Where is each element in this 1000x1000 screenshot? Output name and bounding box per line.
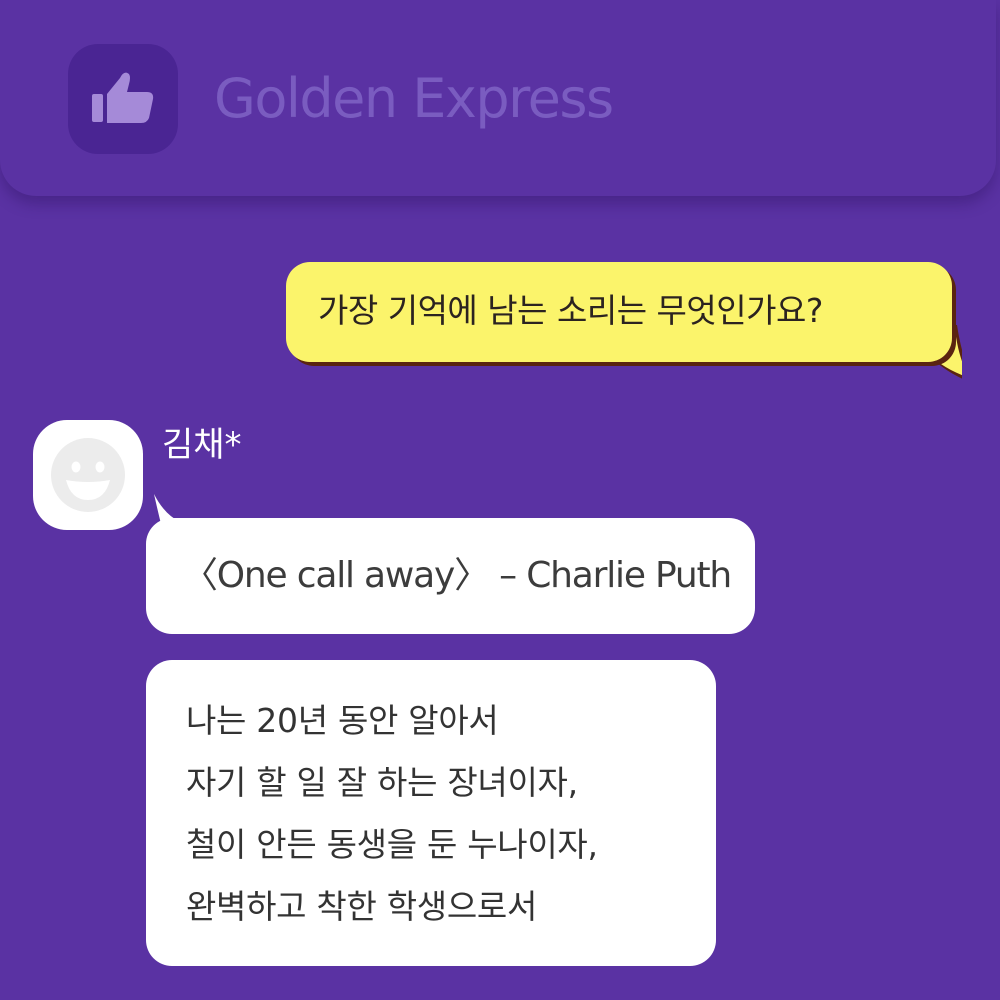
answer-line: 나는 20년 동안 알아서 — [186, 701, 499, 740]
app-title: Golden Express — [214, 67, 614, 130]
app-logo — [68, 44, 178, 154]
avatar[interactable] — [33, 420, 143, 530]
answer-bubble: 〈One call away〉 – Charlie Puth — [146, 518, 755, 634]
smiley-face-icon — [51, 438, 125, 512]
question-text: 가장 기억에 남는 소리는 무엇인가요? — [318, 291, 823, 330]
question-message: 가장 기억에 남는 소리는 무엇인가요? — [286, 262, 962, 382]
answer-long-text: 나는 20년 동안 알아서 자기 할 일 잘 하는 장녀이자, 철이 안든 동생… — [186, 690, 598, 938]
thumbs-up-icon — [92, 72, 154, 123]
chat-header: Golden Express — [0, 0, 996, 196]
answer-bubble-long: 나는 20년 동안 알아서 자기 할 일 잘 하는 장녀이자, 철이 안든 동생… — [146, 660, 716, 966]
answer-song-text: 〈One call away〉 – Charlie Puth — [182, 555, 732, 596]
answer-line: 철이 안든 동생을 둔 누나이자, — [186, 825, 598, 864]
answer-line: 자기 할 일 잘 하는 장녀이자, — [186, 763, 578, 802]
answer-line: 완벽하고 착한 학생으로서 — [186, 887, 538, 926]
sender-name: 김채* — [162, 425, 242, 465]
question-bubble: 가장 기억에 남는 소리는 무엇인가요? — [286, 262, 952, 362]
